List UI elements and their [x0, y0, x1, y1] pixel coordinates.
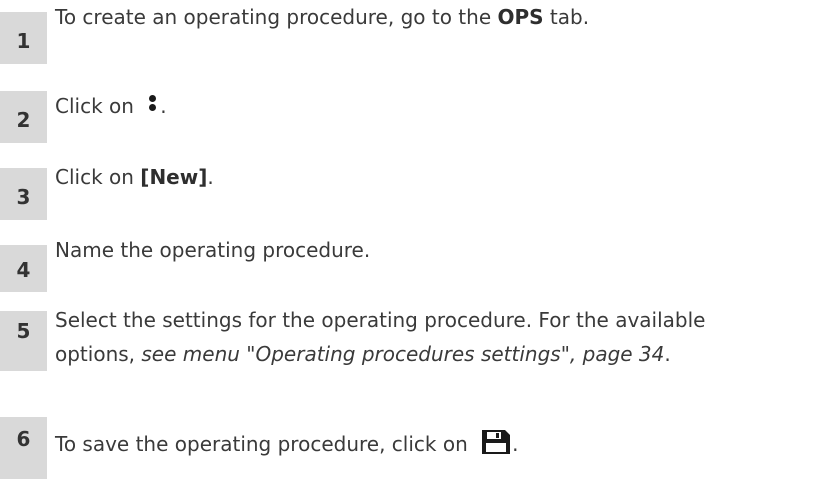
step-text-part: Click on	[55, 165, 141, 189]
step-text: Select the settings for the operating pr…	[55, 303, 809, 371]
step-text: Name the operating procedure.	[55, 238, 371, 262]
step-text-part: tab.	[543, 5, 590, 29]
ops-tab-reference: OPS	[497, 5, 544, 29]
step-text-part: To save the operating procedure, click o…	[55, 432, 475, 456]
step-number: 3	[0, 168, 47, 220]
step-text-line: options, see menu "Operating procedures …	[55, 337, 809, 371]
step-number: 2	[0, 91, 47, 143]
save-icon	[482, 430, 511, 454]
step-number: 1	[0, 12, 47, 64]
step-number: 6	[0, 417, 47, 479]
step-text-part: .	[160, 94, 167, 118]
step-number: 4	[0, 245, 47, 292]
step-number: 5	[0, 311, 47, 371]
cross-reference-link[interactable]: see menu "Operating procedures settings"…	[141, 342, 664, 366]
step-text: Click on .	[55, 89, 809, 123]
new-button-reference: [New]	[140, 165, 208, 189]
step-text: Click on [New].	[55, 160, 809, 194]
step-text: To create an operating procedure, go to …	[55, 0, 809, 34]
step-text-part: Click on	[55, 94, 141, 118]
step-text: To save the operating procedure, click o…	[55, 427, 809, 461]
step-text-line: Select the settings for the operating pr…	[55, 308, 706, 332]
step-text-part: .	[207, 165, 214, 189]
step-text-part: .	[512, 432, 519, 456]
step-text-part: To create an operating procedure, go to …	[55, 5, 498, 29]
more-vertical-icon	[146, 92, 160, 116]
step-text-part: .	[664, 342, 671, 366]
step-text-part: options,	[55, 342, 142, 366]
